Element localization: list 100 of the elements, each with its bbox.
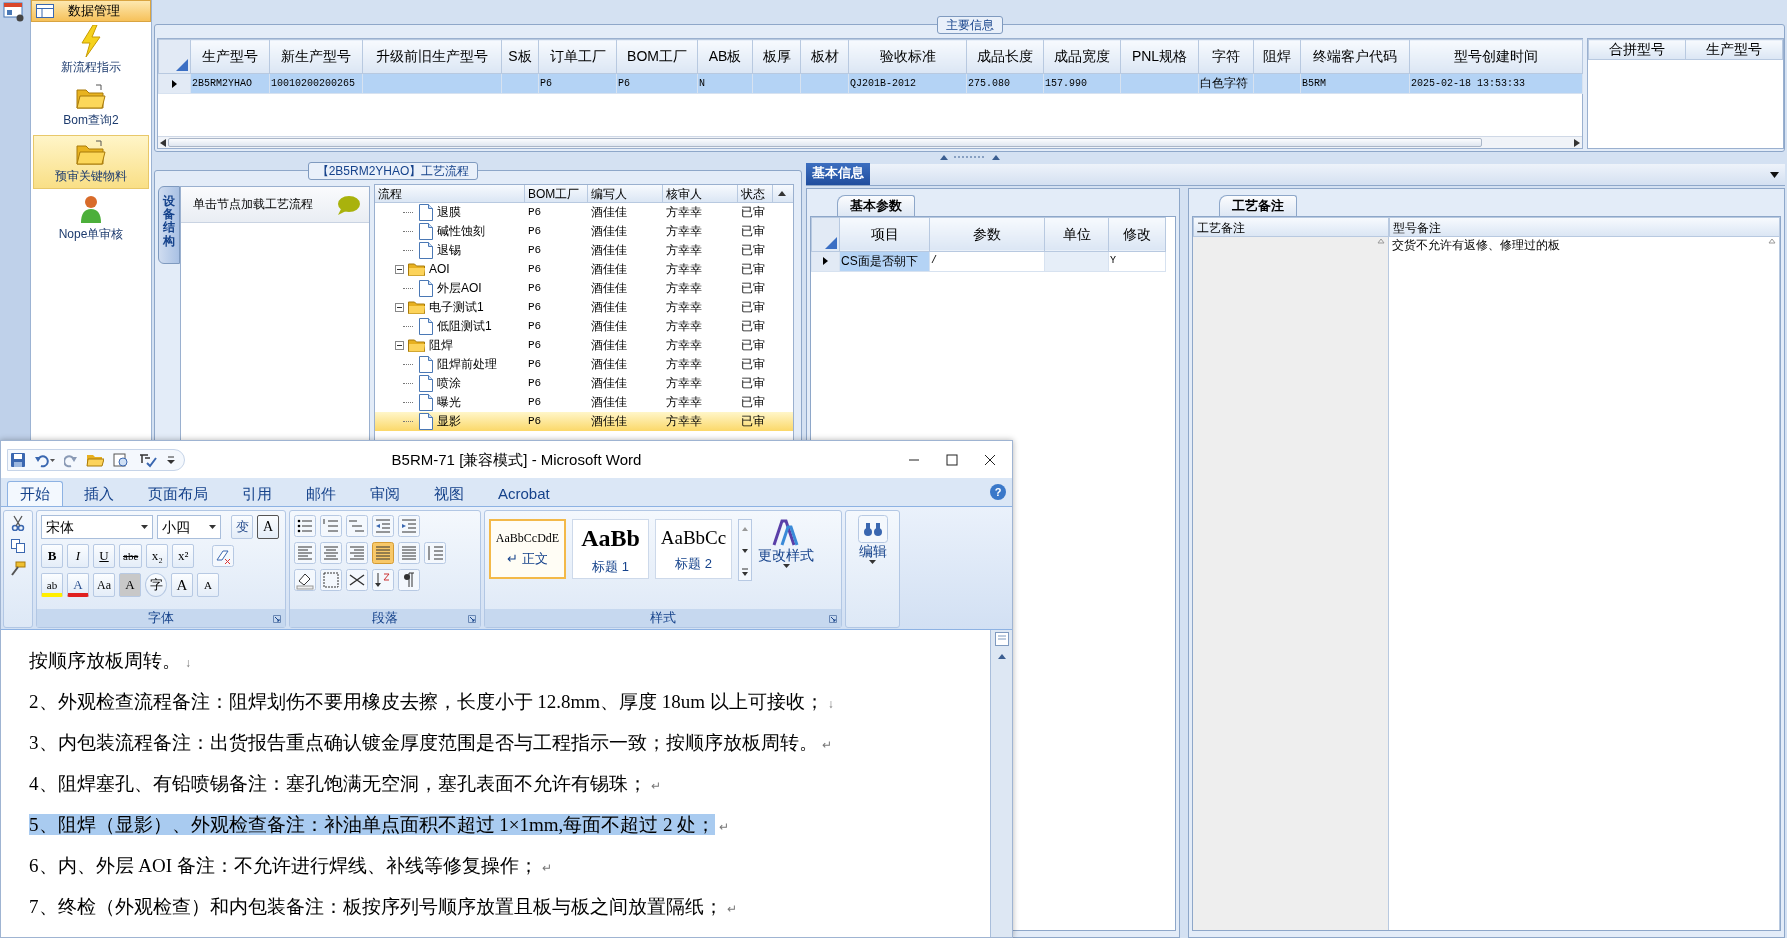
tree-row[interactable]: 低阻测试1 P6 酒佳佳 方幸幸 已审 <box>375 317 793 336</box>
column-header[interactable]: 修改 <box>1108 217 1166 252</box>
column-header[interactable]: 升级前旧生产型号 <box>362 39 502 74</box>
column-header[interactable]: BOM工厂 <box>525 185 588 203</box>
column-header[interactable]: 编写人 <box>588 185 663 203</box>
font-format-button[interactable]: B <box>41 544 63 568</box>
align-justify-icon[interactable] <box>372 542 394 564</box>
collapse-icon[interactable] <box>395 341 404 350</box>
tree-row[interactable]: AOI P6 酒佳佳 方幸幸 已审 <box>375 260 793 279</box>
column-header[interactable]: PNL规格 <box>1120 39 1199 74</box>
close-icon[interactable] <box>984 453 996 466</box>
dialog-launcher-icon[interactable] <box>273 615 281 623</box>
sort-icon[interactable] <box>372 569 394 591</box>
font-name-field[interactable]: 宋体 <box>41 515 153 539</box>
align-center-icon[interactable] <box>320 542 342 564</box>
align-left-icon[interactable] <box>294 542 316 564</box>
help-button[interactable]: ? <box>990 484 1006 500</box>
collapse-icon[interactable] <box>395 303 404 312</box>
font-format-button[interactable]: 字 <box>145 573 167 597</box>
tree-row[interactable]: 阻焊 P6 酒佳佳 方幸幸 已审 <box>375 336 793 355</box>
font-format-button[interactable]: x₂ <box>146 544 169 568</box>
column-header[interactable]: 订单工厂 <box>538 39 617 74</box>
font-format-button[interactable]: 变 <box>231 515 253 539</box>
customize-icon[interactable] <box>166 453 176 466</box>
tree-row[interactable]: 退锡 P6 酒佳佳 方幸幸 已审 <box>375 241 793 260</box>
splitter-grip-icon[interactable] <box>939 154 1000 160</box>
print-preview-icon[interactable] <box>112 451 130 468</box>
font-format-button[interactable]: A <box>197 573 219 597</box>
ribbon-tab[interactable]: 开始 <box>7 481 63 506</box>
decrease-indent-icon[interactable] <box>372 515 394 537</box>
format-painter-icon[interactable] <box>10 561 26 577</box>
column-header[interactable]: 板厚 <box>752 39 801 74</box>
ribbon-tab[interactable]: 页面布局 <box>135 481 221 506</box>
column-header[interactable]: 阻焊 <box>1253 39 1301 74</box>
ribbon-tab[interactable]: Acrobat <box>485 481 563 506</box>
tree-row[interactable]: 显影 P6 酒佳佳 方幸幸 已审 <box>375 412 793 431</box>
tab[interactable]: 基本信息 <box>806 163 870 185</box>
tree-row[interactable]: 外层AOI P6 酒佳佳 方幸幸 已审 <box>375 279 793 298</box>
style-option[interactable]: AaBbCc 标题 2 <box>655 519 732 579</box>
sidebar-item[interactable]: Bom查询2 <box>33 79 149 133</box>
column-header[interactable]: 工艺备注 <box>1193 216 1389 237</box>
dialog-launcher-icon[interactable] <box>468 615 476 623</box>
clear-format-icon[interactable] <box>212 545 235 567</box>
app-icon[interactable] <box>3 2 25 22</box>
font-format-button[interactable]: Aa <box>93 573 115 597</box>
font-format-button[interactable]: A <box>171 573 193 597</box>
column-header[interactable]: 生产型号 <box>1685 39 1783 60</box>
tree-row[interactable]: 曝光 P6 酒佳佳 方幸幸 已审 <box>375 393 793 412</box>
tab[interactable]: 基本参数 <box>837 195 915 216</box>
column-header[interactable]: S板 <box>501 39 539 74</box>
column-header[interactable]: 成品长度 <box>966 39 1044 74</box>
column-header[interactable]: 字符 <box>1198 39 1254 74</box>
sidebar-item[interactable]: 预审关键物料 <box>33 135 149 189</box>
column-header[interactable]: AB板 <box>697 39 753 74</box>
table-row[interactable]: 2B5RM2YHAO 10010200200265 P6 P6 N QJ201B-2012 275.080 157.990 白色字符 B5RM 2025-02-18 13:53:33 <box>158 73 1583 94</box>
tree-row[interactable]: 碱性蚀刻 P6 酒佳佳 方幸幸 已审 <box>375 222 793 241</box>
maximize-icon[interactable] <box>946 453 958 466</box>
show-marks-icon[interactable] <box>398 569 420 591</box>
font-format-button[interactable]: U <box>93 544 115 568</box>
sidebar-item[interactable]: 新流程指示 <box>33 23 149 77</box>
side-tab[interactable]: 设备结构 <box>158 186 180 264</box>
align-right-icon[interactable] <box>346 542 368 564</box>
column-header[interactable]: 板材 <box>800 39 849 74</box>
column-header[interactable]: BOM工厂 <box>616 39 698 74</box>
horizontal-scrollbar[interactable] <box>158 136 1582 148</box>
vertical-scrollbar[interactable] <box>990 630 1012 937</box>
ribbon-tab[interactable]: 审阅 <box>357 481 413 506</box>
bullets-icon[interactable] <box>294 515 316 537</box>
shading-icon[interactable] <box>294 569 316 591</box>
column-header[interactable]: 状态 <box>738 185 773 203</box>
column-header[interactable]: 新生产型号 <box>269 39 363 74</box>
column-header[interactable]: 型号创建时间 <box>1409 39 1583 74</box>
column-header[interactable]: 型号备注 <box>1389 216 1780 237</box>
multilevel-list-icon[interactable] <box>346 515 368 537</box>
ribbon-tab[interactable]: 插入 <box>71 481 127 506</box>
font-format-button[interactable]: ab <box>41 573 63 597</box>
font-size-field[interactable]: 小四 <box>157 515 221 539</box>
increase-indent-icon[interactable] <box>398 515 420 537</box>
tree-row[interactable]: 喷涂 P6 酒佳佳 方幸幸 已审 <box>375 374 793 393</box>
tab[interactable]: 工艺备注 <box>1219 195 1297 216</box>
font-format-button[interactable]: A <box>67 573 89 597</box>
column-header[interactable]: 流程 <box>375 185 525 203</box>
gallery-scroll-icon[interactable] <box>738 519 752 581</box>
collapse-icon[interactable] <box>395 265 404 274</box>
asian-layout-icon[interactable] <box>346 569 368 591</box>
change-styles-button[interactable]: 更改样式 <box>758 519 814 609</box>
column-header[interactable]: 生产型号 <box>190 39 270 74</box>
column-header[interactable]: 核审人 <box>663 185 738 203</box>
font-format-button[interactable]: A <box>119 573 141 597</box>
column-header[interactable]: 参数 <box>929 217 1045 252</box>
line-spacing-icon[interactable] <box>424 542 446 564</box>
align-distribute-icon[interactable] <box>398 542 420 564</box>
ribbon-tab[interactable]: 视图 <box>421 481 477 506</box>
dropdown-icon[interactable] <box>1770 172 1779 178</box>
font-format-button[interactable]: abe <box>119 544 143 568</box>
copy-icon[interactable] <box>11 539 25 553</box>
column-header[interactable]: 合拼型号 <box>1588 39 1686 60</box>
sidebar-item[interactable]: Nope单审核 <box>33 191 149 245</box>
tree-row[interactable]: 退膜 P6 酒佳佳 方幸幸 已审 <box>375 203 793 222</box>
style-option[interactable]: AaBb 标题 1 <box>572 519 649 579</box>
